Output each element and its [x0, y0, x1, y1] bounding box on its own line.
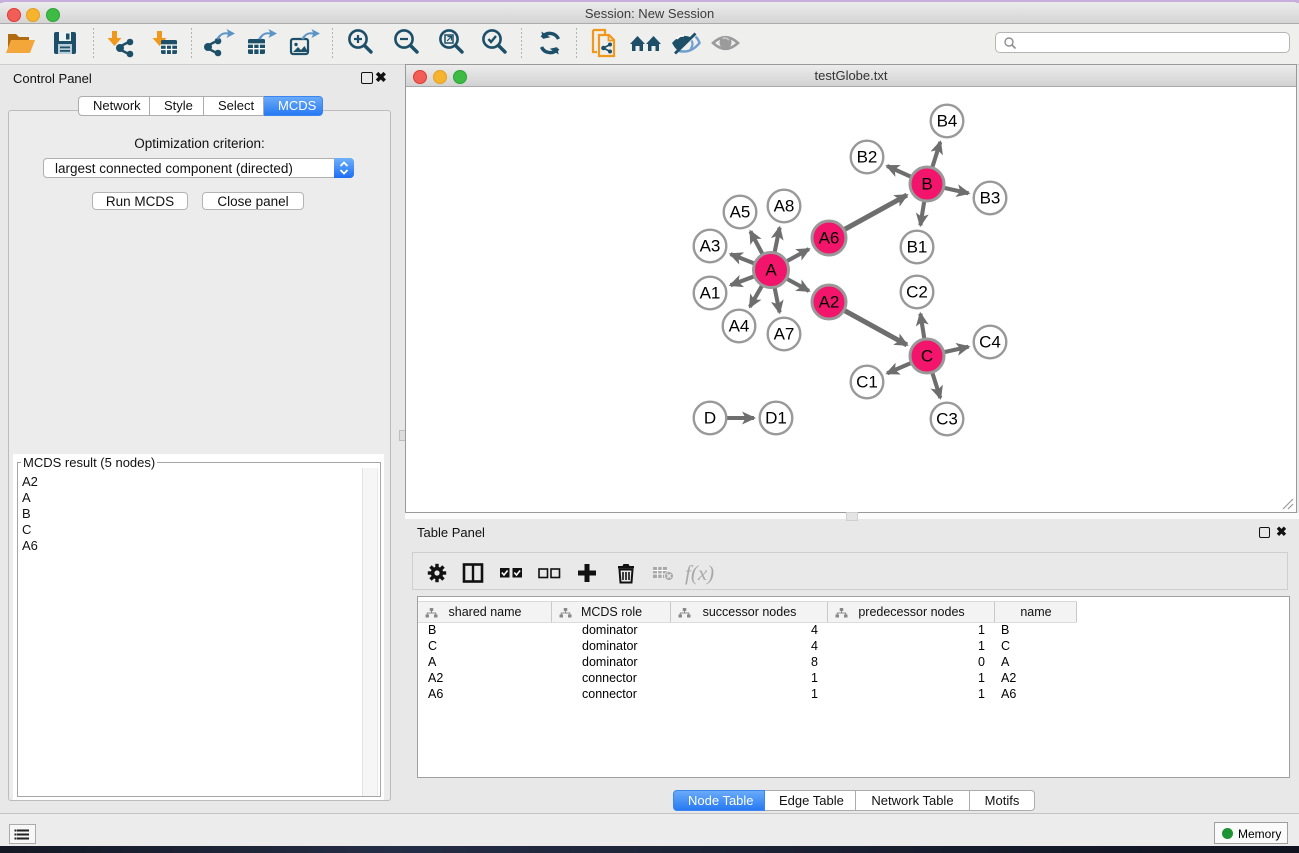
- svg-text:B4: B4: [937, 112, 958, 131]
- svg-text:A1: A1: [700, 284, 721, 303]
- svg-text:A4: A4: [729, 317, 750, 336]
- svg-text:C4: C4: [979, 333, 1001, 352]
- svg-text:A: A: [765, 261, 777, 280]
- svg-text:B3: B3: [980, 189, 1001, 208]
- svg-text:C2: C2: [906, 283, 928, 302]
- svg-text:B2: B2: [857, 148, 878, 167]
- svg-text:A3: A3: [700, 237, 721, 256]
- svg-text:C: C: [921, 347, 933, 366]
- svg-text:B: B: [921, 175, 932, 194]
- svg-text:D: D: [704, 409, 716, 428]
- svg-text:C3: C3: [936, 410, 958, 429]
- svg-text:D1: D1: [765, 409, 787, 428]
- svg-text:B1: B1: [907, 238, 928, 257]
- svg-text:A7: A7: [774, 325, 795, 344]
- svg-text:C1: C1: [856, 373, 878, 392]
- svg-text:A5: A5: [730, 203, 751, 222]
- svg-text:A6: A6: [819, 229, 840, 248]
- svg-text:f(x): f(x): [685, 561, 714, 585]
- svg-text:A2: A2: [819, 293, 840, 312]
- svg-text:A8: A8: [774, 197, 795, 216]
